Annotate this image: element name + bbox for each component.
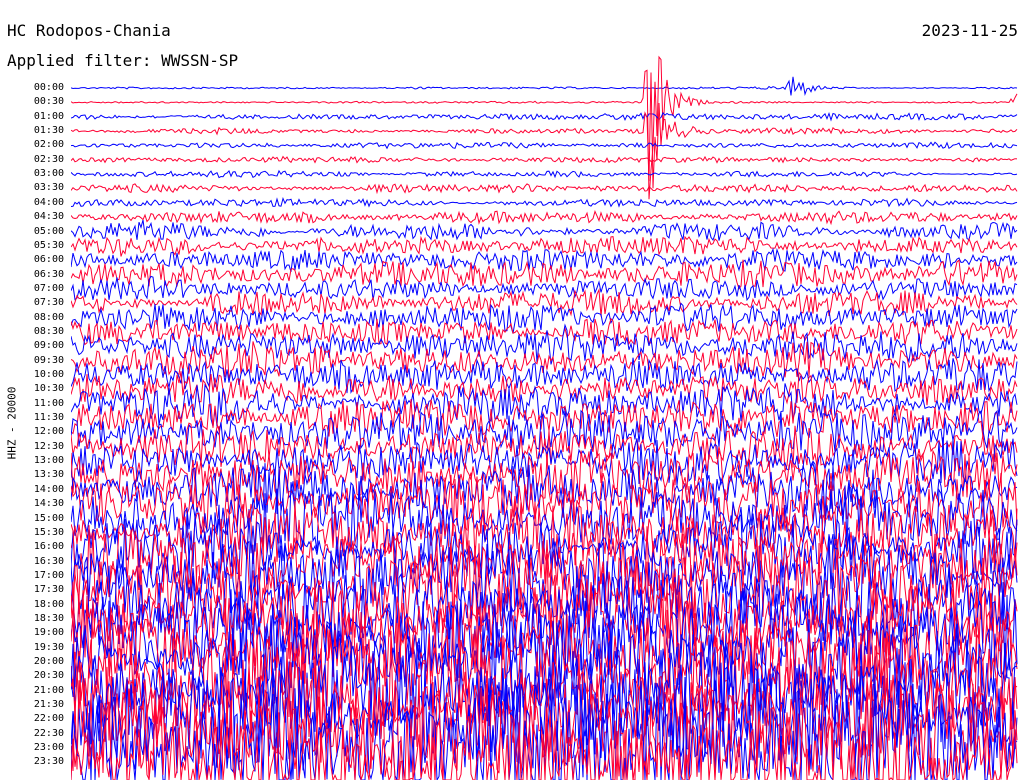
time-tick: 02:30 [33, 153, 64, 165]
time-tick: 01:00 [33, 110, 64, 122]
time-tick: 19:30 [33, 641, 64, 653]
time-tick: 15:30 [33, 526, 64, 538]
time-tick: 17:30 [33, 584, 64, 596]
trace-0900 [71, 323, 1018, 365]
time-tick: 00:00 [33, 82, 64, 93]
trace-0400 [71, 196, 1018, 208]
time-tick: 00:30 [33, 96, 64, 108]
time-tick: 12:00 [33, 426, 64, 438]
time-tick: 13:00 [33, 455, 64, 467]
time-tick: 21:00 [33, 684, 64, 696]
time-tick: 12:30 [33, 440, 64, 452]
time-tick: 06:00 [33, 254, 64, 266]
trace-0230 [71, 155, 1018, 164]
time-tick: 09:30 [33, 354, 64, 366]
trace-0330 [71, 183, 1018, 195]
time-tick: 09:00 [33, 340, 64, 352]
trace-0830 [71, 317, 1018, 347]
time-tick: 08:30 [33, 325, 64, 337]
time-tick: 03:00 [33, 168, 64, 180]
trace-0530 [71, 235, 1018, 257]
time-tick: 16:30 [33, 555, 64, 567]
time-tick: 23:00 [33, 742, 64, 754]
trace-0200 [71, 141, 1018, 150]
time-tick-labels: 00:00 00:30 01:00 01:30 02:00 02:30 03:00 03:30… [0, 0, 64, 780]
time-tick: 23:30 [33, 756, 64, 768]
time-tick: 11:00 [33, 397, 64, 409]
time-tick: 11:30 [33, 412, 64, 424]
time-tick: 18:30 [33, 612, 64, 624]
time-tick: 05:30 [33, 239, 64, 251]
time-tick: 07:30 [33, 297, 64, 309]
time-tick: 10:30 [33, 383, 64, 395]
trace-0430 [71, 210, 1018, 226]
time-tick: 03:30 [33, 182, 64, 194]
time-tick: 15:00 [33, 512, 64, 524]
time-tick: 19:00 [33, 627, 64, 639]
time-tick: 14:00 [33, 483, 64, 495]
time-tick: 14:30 [33, 498, 64, 510]
trace-0130 [71, 72, 1018, 189]
time-tick: 20:30 [33, 670, 64, 682]
time-tick: 02:00 [33, 139, 64, 151]
time-tick: 22:30 [33, 727, 64, 739]
time-tick: 06:30 [33, 268, 64, 280]
helicorder-plot [71, 55, 1018, 780]
time-tick: 16:00 [33, 541, 64, 553]
time-tick: 08:00 [33, 311, 64, 323]
time-tick: 17:00 [33, 569, 64, 581]
time-tick: 21:30 [33, 699, 64, 711]
trace-0500 [71, 219, 1018, 242]
trace-0100 [71, 111, 1018, 122]
time-tick: 01:30 [33, 125, 64, 137]
time-tick: 18:00 [33, 598, 64, 610]
time-tick: 22:00 [33, 713, 64, 725]
time-tick: 05:00 [33, 225, 64, 237]
trace-0300 [71, 169, 1018, 179]
time-tick: 04:30 [33, 211, 64, 223]
trace-0030 [71, 55, 1018, 200]
time-tick: 07:00 [33, 282, 64, 294]
time-tick: 20:00 [33, 656, 64, 667]
trace-0000 [71, 76, 1018, 96]
time-tick: 13:30 [33, 469, 64, 481]
time-tick: 10:00 [33, 369, 64, 380]
time-tick: 04:00 [33, 196, 64, 208]
